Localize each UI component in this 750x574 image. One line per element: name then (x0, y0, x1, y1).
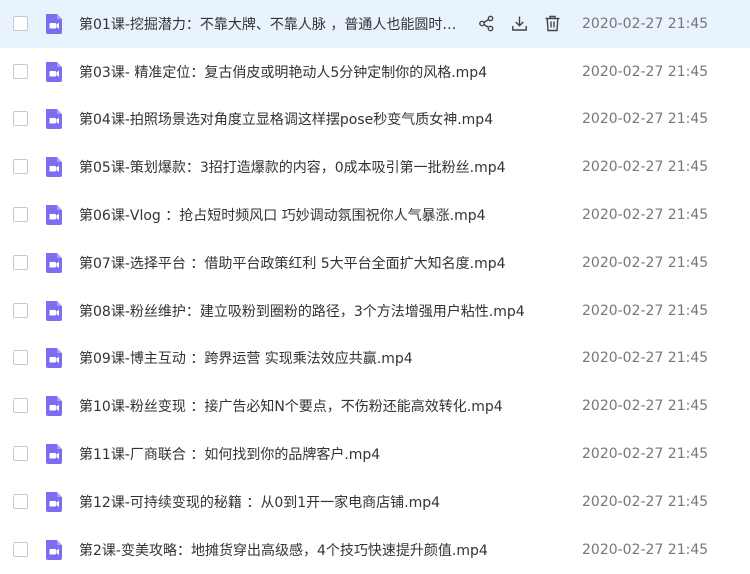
file-row[interactable]: 第01课-挖掘潜力：不靠大牌、不靠人脉 ，普通人也能圆时尚梦.mp4 2020-… (0, 0, 750, 48)
share-button[interactable] (476, 14, 496, 34)
file-row[interactable]: 第10课-粉丝变现 ：接广告必知N个要点，不伤粉还能高效转化.mp4 2020-… (0, 382, 750, 430)
video-file-icon (46, 444, 62, 465)
modified-date: 2020-02-27 21:45 (582, 111, 709, 128)
video-file-icon (46, 252, 62, 273)
row-checkbox[interactable] (13, 446, 28, 462)
download-button[interactable] (509, 14, 529, 34)
file-name[interactable]: 第05课-策划爆款：3招打造爆款的内容，0成本吸引第一批粉丝.mp4 (79, 157, 506, 177)
video-file-icon (46, 539, 62, 560)
modified-date: 2020-02-27 21:45 (582, 63, 709, 80)
file-row[interactable]: 第03课- 精准定位：复古俏皮或明艳动人5分钟定制你的风格.mp4 2020-0… (0, 48, 750, 96)
modified-date: 2020-02-27 21:45 (582, 446, 709, 463)
file-row[interactable]: 第2课-变美攻略：地摊货穿出高级感，4个技巧快速提升颜值.mp4 2020-02… (0, 526, 750, 574)
file-name[interactable]: 第03课- 精准定位：复古俏皮或明艳动人5分钟定制你的风格.mp4 (79, 62, 487, 82)
row-checkbox[interactable] (13, 398, 28, 414)
file-row[interactable]: 第07课-选择平台 ：借助平台政策红利 5大平台全面扩大知名度.mp4 2020… (0, 239, 750, 287)
modified-date: 2020-02-27 21:45 (582, 302, 709, 319)
file-name[interactable]: 第2课-变美攻略：地摊货穿出高级感，4个技巧快速提升颜值.mp4 (79, 540, 488, 560)
video-file-icon (46, 109, 62, 130)
file-name[interactable]: 第12课-可持续变现的秘籍 ：从0到1开一家电商店铺.mp4 (79, 492, 440, 512)
file-name[interactable]: 第04课-拍照场景选对角度立显格调这样摆pose秒变气质女神.mp4 (79, 109, 493, 129)
row-checkbox[interactable] (13, 350, 28, 366)
file-name[interactable]: 第06课-Vlog ：抢占短时频风口 巧妙调动氛围祝你人气暴涨.mp4 (79, 205, 486, 225)
file-name[interactable]: 第08课-粉丝维护：建立吸粉到圈粉的路径，3个方法增强用户粘性.mp4 (79, 301, 525, 321)
video-file-icon (46, 300, 62, 321)
modified-date: 2020-02-27 21:45 (582, 254, 709, 271)
modified-date: 2020-02-27 21:45 (582, 398, 709, 415)
row-checkbox[interactable] (13, 493, 28, 509)
row-checkbox[interactable] (13, 254, 28, 270)
delete-icon (545, 16, 559, 32)
modified-date: 2020-02-27 21:45 (582, 541, 709, 558)
row-checkbox[interactable] (13, 302, 28, 318)
file-name[interactable]: 第09课-博主互动 ：跨界运营 实现乘法效应共赢.mp4 (79, 348, 413, 368)
file-row[interactable]: 第12课-可持续变现的秘籍 ：从0到1开一家电商店铺.mp4 2020-02-2… (0, 478, 750, 526)
row-actions (476, 14, 575, 34)
video-file-icon (46, 61, 62, 82)
file-row[interactable]: 第06课-Vlog ：抢占短时频风口 巧妙调动氛围祝你人气暴涨.mp4 2020… (0, 191, 750, 239)
file-row[interactable]: 第09课-博主互动 ：跨界运营 实现乘法效应共赢.mp4 2020-02-27 … (0, 335, 750, 383)
file-row[interactable]: 第04课-拍照场景选对角度立显格调这样摆pose秒变气质女神.mp4 2020-… (0, 96, 750, 144)
file-list: 第01课-挖掘潜力：不靠大牌、不靠人脉 ，普通人也能圆时尚梦.mp4 2020-… (0, 0, 750, 574)
file-name[interactable]: 第01课-挖掘潜力：不靠大牌、不靠人脉 ，普通人也能圆时尚梦.mp4 (79, 14, 464, 34)
file-name[interactable]: 第07课-选择平台 ：借助平台政策红利 5大平台全面扩大知名度.mp4 (79, 253, 506, 273)
delete-button[interactable] (542, 14, 562, 34)
file-row[interactable]: 第11课-厂商联合 ：如何找到你的品牌客户.mp4 2020-02-27 21:… (0, 430, 750, 478)
row-checkbox[interactable] (13, 159, 28, 175)
modified-date: 2020-02-27 21:45 (582, 350, 709, 367)
row-checkbox[interactable] (13, 541, 28, 557)
download-icon (511, 16, 527, 32)
file-row[interactable]: 第05课-策划爆款：3招打造爆款的内容，0成本吸引第一批粉丝.mp4 2020-… (0, 143, 750, 191)
row-checkbox[interactable] (13, 207, 28, 223)
video-file-icon (46, 396, 62, 417)
modified-date: 2020-02-27 21:45 (582, 15, 709, 32)
video-file-icon (46, 205, 62, 226)
row-checkbox[interactable] (13, 63, 28, 79)
video-file-icon (46, 491, 62, 512)
video-file-icon (46, 348, 62, 369)
modified-date: 2020-02-27 21:45 (582, 159, 709, 176)
video-file-icon (46, 157, 62, 178)
video-file-icon (46, 13, 62, 34)
modified-date: 2020-02-27 21:45 (582, 207, 709, 224)
row-checkbox[interactable] (13, 111, 28, 127)
file-row[interactable]: 第08课-粉丝维护：建立吸粉到圈粉的路径，3个方法增强用户粘性.mp4 2020… (0, 287, 750, 335)
modified-date: 2020-02-27 21:45 (582, 493, 709, 510)
file-name[interactable]: 第11课-厂商联合 ：如何找到你的品牌客户.mp4 (79, 444, 380, 464)
share-icon (478, 15, 493, 32)
row-checkbox[interactable] (13, 15, 28, 31)
file-name[interactable]: 第10课-粉丝变现 ：接广告必知N个要点，不伤粉还能高效转化.mp4 (79, 396, 503, 416)
